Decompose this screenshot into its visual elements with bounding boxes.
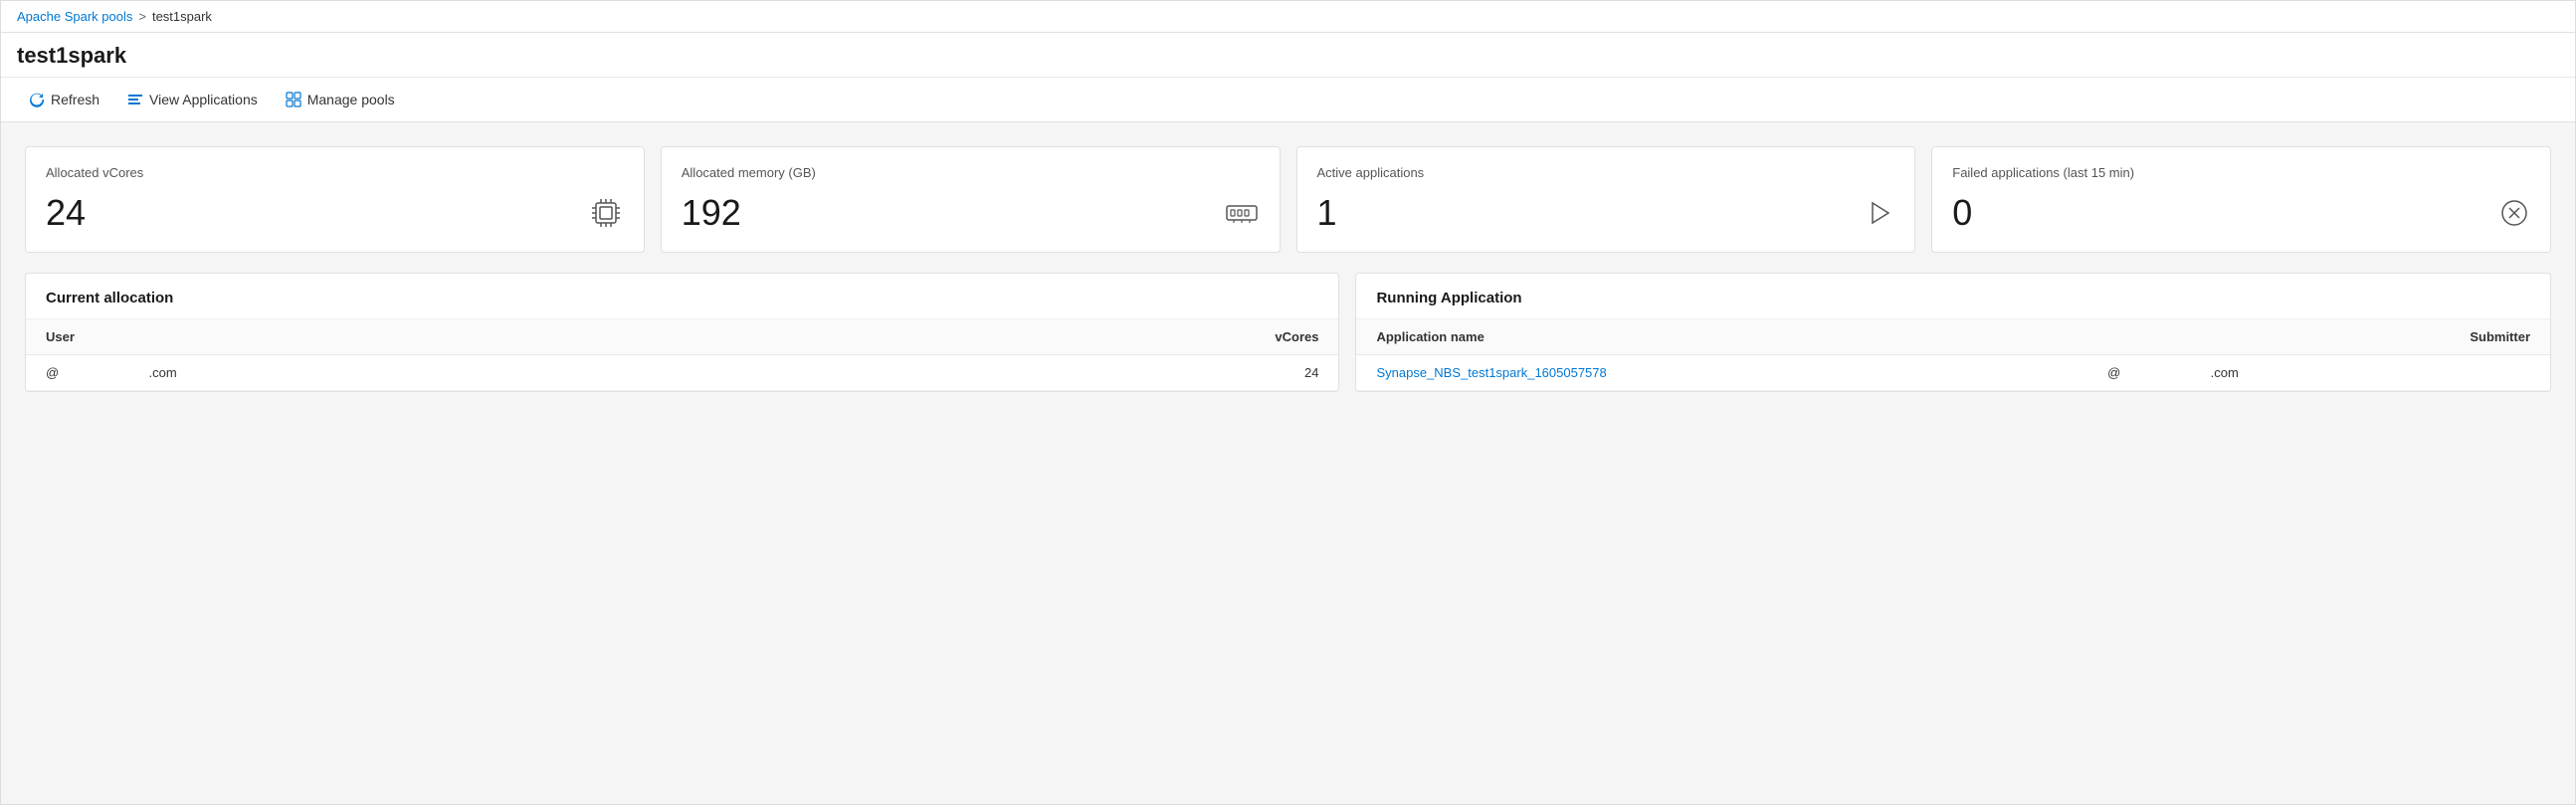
metric-card-active: Active applications 1 [1296,146,1916,253]
metric-value-row-memory: 192 [682,192,1260,234]
allocation-panel: Current allocation User vCores @ [25,273,1339,392]
breadcrumb-separator: > [138,9,146,24]
view-apps-icon [127,92,143,107]
error-icon [2498,197,2530,229]
allocation-table: User vCores @ .com 24 [26,319,1338,391]
metric-card-memory: Allocated memory (GB) 192 [661,146,1281,253]
manage-pools-label: Manage pools [307,92,395,107]
table-row: Synapse_NBS_test1spark_1605057578 @ .com [1356,355,2550,391]
page-title-bar: test1spark [1,33,2575,78]
metric-label-vcores: Allocated vCores [46,165,624,180]
view-apps-label: View Applications [149,92,258,107]
view-applications-button[interactable]: View Applications [115,86,270,113]
metric-card-vcores: Allocated vCores 24 [25,146,645,253]
metric-value-vcores: 24 [46,192,86,234]
metric-card-failed: Failed applications (last 15 min) 0 [1931,146,2551,253]
manage-pools-button[interactable]: Manage pools [274,86,407,113]
user-at: @ [46,365,59,380]
metric-value-active: 1 [1317,192,1337,234]
refresh-icon [29,92,45,107]
metric-value-row-failed: 0 [1952,192,2530,234]
toolbar: Refresh View Applications [1,78,2575,122]
refresh-button[interactable]: Refresh [17,86,111,113]
running-col-appname: Application name [1356,319,2087,355]
user-domain: .com [149,365,177,380]
metric-value-row-vcores: 24 [46,192,624,234]
metric-label-failed: Failed applications (last 15 min) [1952,165,2530,180]
submitter-domain: .com [2211,365,2239,380]
breadcrumb: Apache Spark pools > test1spark [1,1,2575,33]
running-table-header-row: Application name Submitter [1356,319,2550,355]
submitter-at: @ [2107,365,2120,380]
memory-icon [1224,195,1260,231]
running-table: Application name Submitter Synapse_NBS_t… [1356,319,2550,391]
allocation-panel-title: Current allocation [26,274,1338,319]
page-wrapper: Apache Spark pools > test1spark test1spa… [0,0,2576,805]
manage-pools-icon [286,92,301,107]
running-submitter-cell: @ .com [2087,355,2550,391]
play-icon [1863,197,1894,229]
metric-value-memory: 192 [682,192,741,234]
table-row: @ .com 24 [26,355,1338,391]
allocation-col-user: User [26,319,907,355]
metric-label-active: Active applications [1317,165,1895,180]
running-col-submitter: Submitter [2087,319,2550,355]
bottom-panels: Current allocation User vCores @ [25,273,2551,392]
allocation-col-vcores: vCores [907,319,1339,355]
metrics-row: Allocated vCores 24 [25,146,2551,253]
metric-value-failed: 0 [1952,192,1972,234]
running-app-name-cell: Synapse_NBS_test1spark_1605057578 [1356,355,2087,391]
allocation-vcores-cell: 24 [907,355,1339,391]
refresh-label: Refresh [51,92,99,107]
main-content: Allocated vCores 24 [1,122,2575,804]
cpu-icon [588,195,624,231]
running-panel: Running Application Application name Sub… [1355,273,2551,392]
metric-label-memory: Allocated memory (GB) [682,165,1260,180]
app-name-link[interactable]: Synapse_NBS_test1spark_1605057578 [1376,365,1606,380]
allocation-table-header-row: User vCores [26,319,1338,355]
breadcrumb-parent-link[interactable]: Apache Spark pools [17,9,132,24]
running-panel-title: Running Application [1356,274,2550,319]
metric-value-row-active: 1 [1317,192,1895,234]
page-title: test1spark [17,43,2559,69]
allocation-user-cell: @ .com [26,355,907,391]
breadcrumb-current: test1spark [152,9,212,24]
